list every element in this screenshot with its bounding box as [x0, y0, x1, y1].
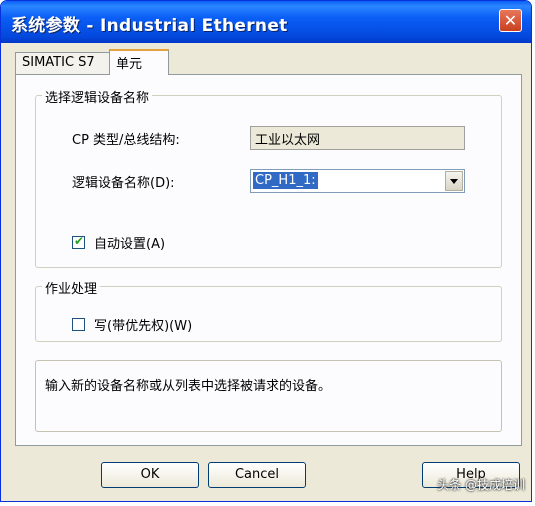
ok-button[interactable]: OK — [101, 462, 199, 488]
title-bar[interactable]: 系统参数 - Industrial Ethernet ✕ — [1, 1, 531, 43]
write-priority-label[interactable]: 写(带优先权)(W) — [94, 315, 192, 334]
job-processing-group-title: 作业处理 — [42, 278, 101, 297]
cancel-button[interactable]: Cancel — [208, 462, 306, 488]
auto-setting-checkbox[interactable]: ✔ — [72, 234, 85, 249]
auto-setting-label[interactable]: 自动设置(A) — [94, 233, 165, 252]
tab-simatic-s7[interactable]: SIMATIC S7 — [15, 52, 110, 74]
window-title: 系统参数 - Industrial Ethernet — [11, 16, 288, 36]
cp-type-value: 工业以太网 — [255, 133, 321, 148]
tab-unit[interactable]: 单元 — [109, 49, 169, 75]
tab-panel: 选择逻辑设备名称 CP 类型/总线结构: 工业以太网 逻辑设备名称(D): CP… — [15, 74, 522, 446]
info-box: 输入新的设备名称或从列表中选择被请求的设备。 — [35, 360, 502, 432]
write-priority-checkbox[interactable] — [72, 318, 85, 331]
tab-label: 单元 — [116, 57, 143, 72]
chevron-down-icon[interactable] — [445, 171, 463, 191]
cancel-label: Cancel — [234, 467, 280, 482]
tab-label: SIMATIC S7 — [22, 55, 95, 70]
device-name-value: CP_H1_1: — [253, 172, 318, 189]
device-name-label: 逻辑设备名称(D): — [72, 176, 175, 191]
cp-type-label: CP 类型/总线结构: — [72, 133, 180, 148]
checkmark-icon: ✔ — [74, 234, 85, 248]
dialog-window: 系统参数 - Industrial Ethernet ✕ SIMATIC S7 … — [0, 0, 532, 502]
cp-type-field: 工业以太网 — [250, 126, 465, 150]
watermark-text: 头条 @技成培训 — [437, 478, 525, 492]
info-text: 输入新的设备名称或从列表中选择被请求的设备。 — [45, 379, 332, 394]
logical-device-group-title: 选择逻辑设备名称 — [42, 87, 153, 106]
ok-label: OK — [140, 467, 160, 482]
device-name-combobox[interactable]: CP_H1_1: — [250, 169, 465, 193]
close-icon: ✕ — [503, 11, 518, 30]
close-button[interactable]: ✕ — [499, 9, 522, 32]
